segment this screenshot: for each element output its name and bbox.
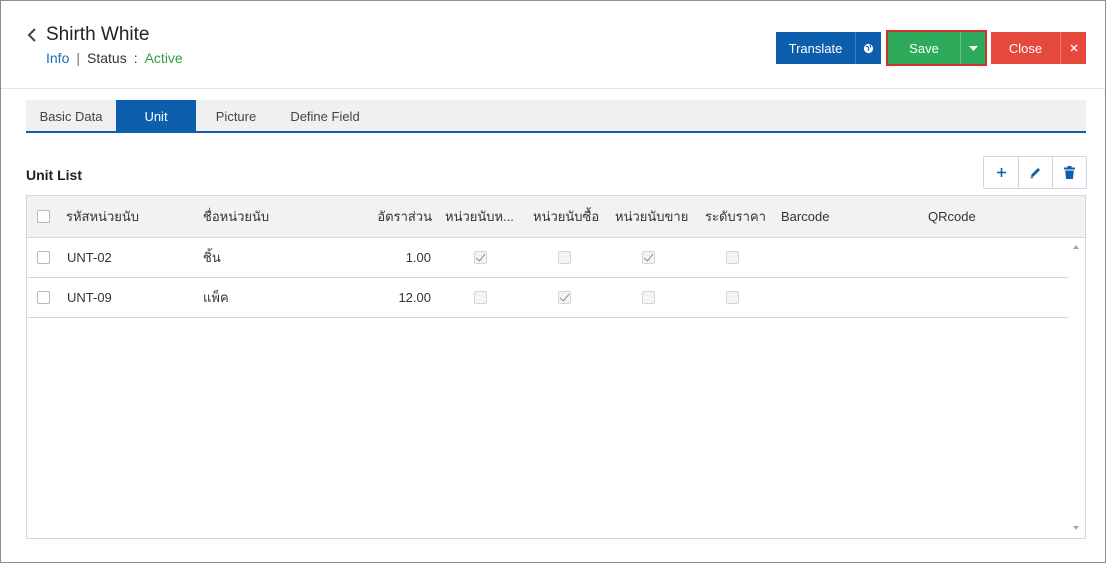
- table-row[interactable]: UNT-02 ชิ้น 1.00: [27, 238, 1068, 278]
- default-unit-cell: [474, 238, 487, 277]
- unit-code: UNT-09: [67, 290, 112, 305]
- info-link[interactable]: Info: [46, 50, 69, 66]
- scroll-down-icon[interactable]: [1073, 526, 1079, 530]
- unit-ratio: 12.00: [398, 290, 431, 305]
- caret-down-icon[interactable]: [961, 32, 985, 64]
- close-button[interactable]: Close: [991, 32, 1061, 64]
- unit-name: แพ็ค: [203, 290, 229, 305]
- breadcrumb: Info | Status: Active: [46, 50, 183, 66]
- edit-icon[interactable]: [1018, 157, 1052, 188]
- col-qrcode[interactable]: QRcode: [928, 196, 976, 237]
- tab-unit[interactable]: Unit: [116, 100, 196, 133]
- unit-name: ชิ้น: [203, 250, 221, 265]
- price-level-cell: [726, 238, 739, 277]
- price-level-checkbox: [726, 251, 739, 264]
- col-default-unit[interactable]: หน่วยนับห...: [445, 196, 515, 237]
- save-button-group: Save: [888, 32, 985, 64]
- unit-code: UNT-02: [67, 250, 112, 265]
- tab-define-field[interactable]: Define Field: [276, 100, 374, 133]
- save-button[interactable]: Save: [888, 32, 961, 64]
- page-header: Shirth White Info | Status: Active Translat…: [1, 1, 1105, 89]
- delete-icon[interactable]: [1052, 157, 1086, 188]
- product-window: Shirth White Info | Status: Active Translat…: [0, 0, 1106, 563]
- col-unit-code[interactable]: รหัสหน่วยนับ: [66, 196, 139, 237]
- default-unit-checkbox: [474, 291, 487, 304]
- status-badge: Active: [144, 50, 183, 66]
- status-colon: :: [133, 50, 138, 66]
- close-icon[interactable]: [1061, 32, 1086, 64]
- grid-header: รหัสหน่วยนับ ชื่อหน่วยนับ อัตราส่วน หน่ว…: [27, 196, 1085, 238]
- sales-unit-cell: [642, 278, 655, 317]
- table-row[interactable]: UNT-09 แพ็ค 12.00: [27, 278, 1068, 318]
- col-purchase-unit[interactable]: หน่วยนับซื้อ: [533, 196, 599, 237]
- row-select-cell: [37, 278, 50, 317]
- default-unit-cell: [474, 278, 487, 317]
- select-all-cell: [37, 196, 50, 237]
- col-price-level[interactable]: ระดับราคา: [705, 196, 766, 237]
- row-checkbox[interactable]: [37, 291, 50, 304]
- row-select-cell: [37, 238, 50, 277]
- default-unit-checkbox: [474, 251, 487, 264]
- sales-unit-checkbox: [642, 251, 655, 264]
- price-level-checkbox: [726, 291, 739, 304]
- translate-button-group: Translate: [776, 32, 881, 64]
- sales-unit-cell: [642, 238, 655, 277]
- unit-grid: รหัสหน่วยนับ ชื่อหน่วยนับ อัตราส่วน หน่ว…: [26, 195, 1086, 539]
- breadcrumb-separator: |: [76, 50, 80, 66]
- chevron-left-icon[interactable]: [25, 26, 39, 44]
- status-label: Status: [87, 50, 127, 66]
- close-button-group: Close: [991, 32, 1086, 64]
- col-unit-name[interactable]: ชื่อหน่วยนับ: [203, 196, 269, 237]
- globe-icon[interactable]: [856, 32, 881, 64]
- purchase-unit-cell: [558, 238, 571, 277]
- price-level-cell: [726, 278, 739, 317]
- scroll-up-icon[interactable]: [1073, 245, 1079, 249]
- unit-list-toolbar: [983, 156, 1087, 189]
- tab-basic-data[interactable]: Basic Data: [26, 100, 116, 133]
- col-barcode[interactable]: Barcode: [781, 196, 829, 237]
- add-icon[interactable]: [984, 157, 1018, 188]
- tab-picture[interactable]: Picture: [196, 100, 276, 133]
- translate-button[interactable]: Translate: [776, 32, 856, 64]
- select-all-checkbox[interactable]: [37, 210, 50, 223]
- purchase-unit-checkbox: [558, 251, 571, 264]
- sales-unit-checkbox: [642, 291, 655, 304]
- col-sales-unit[interactable]: หน่วยนับขาย: [615, 196, 688, 237]
- unit-list-title: Unit List: [26, 167, 82, 183]
- row-checkbox[interactable]: [37, 251, 50, 264]
- grid-scrollbar[interactable]: [1068, 238, 1085, 538]
- tab-bar: Basic Data Unit Picture Define Field: [26, 100, 1086, 133]
- purchase-unit-cell: [558, 278, 571, 317]
- page-title: Shirth White: [46, 24, 150, 45]
- col-ratio[interactable]: อัตราส่วน: [367, 196, 432, 237]
- unit-ratio: 1.00: [405, 250, 431, 265]
- purchase-unit-checkbox: [558, 291, 571, 304]
